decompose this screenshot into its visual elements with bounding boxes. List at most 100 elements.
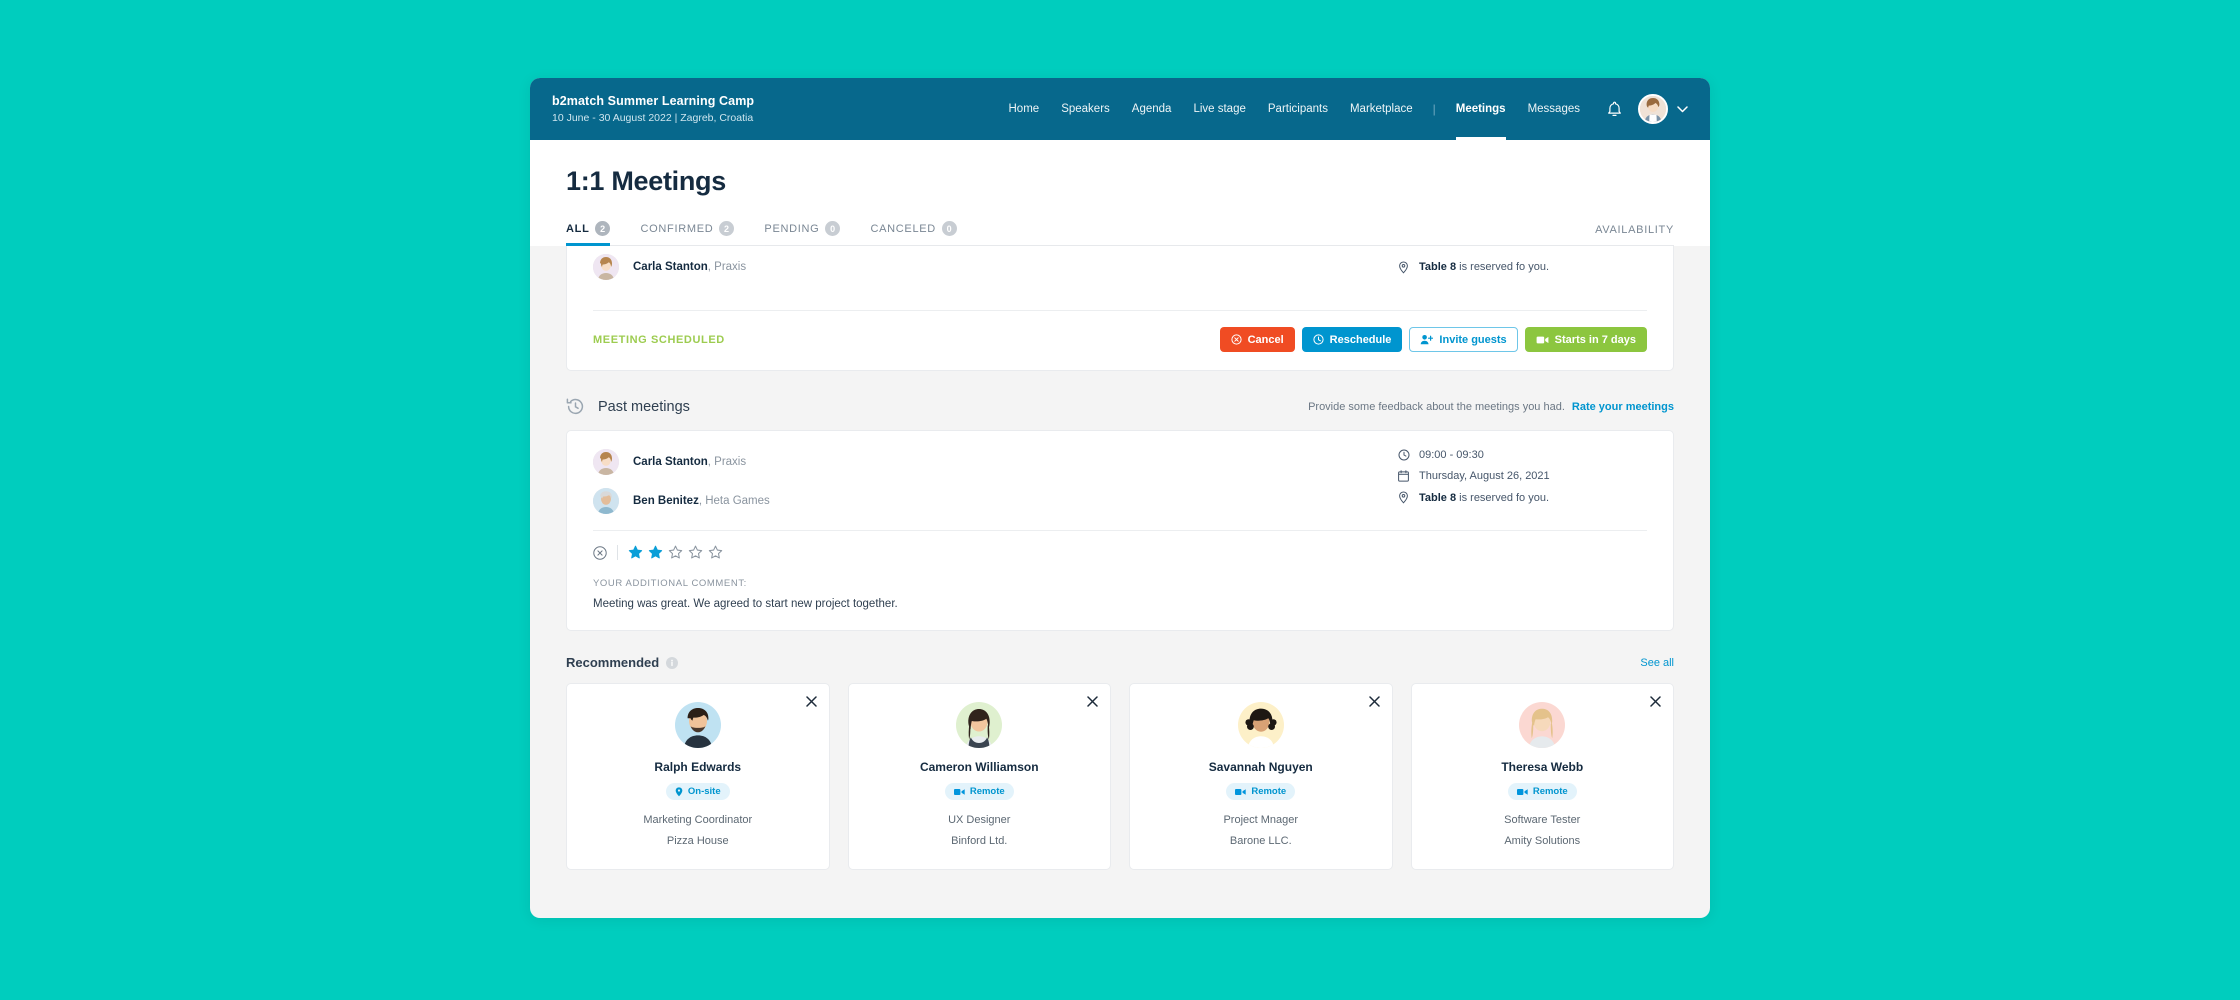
meeting-actions: MEETING SCHEDULED Cancel Reschedule Invi… [593, 311, 1647, 370]
tab-pending[interactable]: PENDING 0 [764, 221, 841, 245]
recommended-mode-badge: Remote [1226, 783, 1296, 800]
video-camera-icon [1516, 788, 1528, 796]
recommended-mode-label: Remote [1251, 786, 1287, 797]
recommended-org: Binford Ltd. [951, 835, 1008, 847]
chevron-down-icon [1677, 105, 1688, 113]
recommended-mode-badge: On-site [665, 783, 730, 800]
availability-link[interactable]: AVAILABILITY [1595, 224, 1674, 245]
recommended-avatar [1519, 702, 1566, 748]
main-navigation: Home Speakers Agenda Live stage Particip… [998, 78, 1689, 140]
see-all-link[interactable]: See all [1640, 657, 1674, 669]
nav-item-meetings[interactable]: Meetings [1445, 78, 1517, 140]
table-number: Table 8 [1419, 491, 1457, 504]
user-menu[interactable] [1638, 94, 1688, 124]
cancel-circle-icon [1230, 334, 1242, 345]
recommended-avatar [674, 702, 721, 748]
close-icon[interactable] [1650, 696, 1661, 707]
rate-meetings-link[interactable]: Rate your meetings [1572, 401, 1674, 413]
tab-canceled[interactable]: CANCELED 0 [870, 221, 957, 245]
table-note: is reserved fo you. [1456, 261, 1550, 273]
meeting-tabs: ALL 2 CONFIRMED 2 PENDING 0 CANCELED 0 A… [566, 221, 1674, 246]
invite-guests-button-label: Invite guests [1439, 333, 1507, 346]
participant-avatar [593, 254, 619, 280]
past-meetings-header: Past meetings Provide some feedback abou… [566, 397, 1674, 416]
past-participant-row: Ben Benitez, Heta Games [593, 488, 770, 514]
participant-avatar [593, 449, 619, 475]
recommended-role: UX Designer [948, 814, 1011, 826]
close-icon[interactable] [1087, 696, 1098, 707]
action-buttons: Cancel Reschedule Invite guests Starts i… [1219, 327, 1647, 352]
past-meeting-card: Carla Stanton, Praxis Ben Benitez, Heta … [566, 430, 1674, 631]
recommended-mode-label: On-site [687, 786, 721, 797]
comment-label: YOUR ADDITIONAL COMMENT: [593, 578, 747, 589]
recommended-mode-label: Remote [1532, 786, 1568, 797]
recommended-card[interactable]: Savannah Nguyen Remote Project Mnager Ba… [1129, 683, 1393, 870]
participant-name-text: Ben Benitez [633, 495, 699, 507]
clock-icon [1313, 334, 1324, 345]
location-pin-icon [1397, 260, 1410, 274]
star-5[interactable] [708, 545, 723, 560]
info-icon[interactable] [666, 656, 679, 669]
recommended-card[interactable]: Cameron Williamson Remote UX Designer Bi… [847, 683, 1111, 870]
tab-confirmed-label: CONFIRMED [640, 222, 714, 235]
recommended-role: Software Tester [1504, 814, 1581, 826]
nav-item-speakers[interactable]: Speakers [1050, 78, 1121, 140]
recommended-name: Cameron Williamson [919, 760, 1039, 774]
recommended-org: Barone LLC. [1229, 835, 1292, 847]
table-number: Table 8 [1419, 261, 1457, 273]
tab-confirmed[interactable]: CONFIRMED 2 [640, 221, 735, 245]
recommended-name: Theresa Webb [1501, 760, 1584, 774]
past-participants: Carla Stanton, Praxis Ben Benitez, Heta … [593, 449, 770, 514]
star-4[interactable] [688, 545, 703, 560]
nav-item-marketplace[interactable]: Marketplace [1339, 78, 1424, 140]
star-1[interactable] [628, 545, 643, 560]
nav-item-agenda[interactable]: Agenda [1121, 78, 1183, 140]
page-header: 1:1 Meetings ALL 2 CONFIRMED 2 PENDING 0… [530, 140, 1710, 246]
rating-separator [617, 545, 618, 560]
clock-icon [1397, 449, 1410, 461]
participant-org-text: , Praxis [707, 456, 747, 468]
event-subtitle: 10 June - 30 August 2022 | Zagreb, Croat… [552, 112, 754, 124]
participant-name: Carla Stanton, Praxis [633, 456, 746, 468]
avatar [1638, 94, 1668, 124]
video-camera-icon [1235, 788, 1247, 796]
recommended-org: Amity Solutions [1504, 835, 1581, 847]
meeting-participant-row: Carla Stanton, Praxis Table 8 is reserve… [593, 246, 1647, 280]
star-3[interactable] [668, 545, 683, 560]
recommended-avatar [1237, 702, 1284, 748]
feedback-note: Provide some feedback about the meetings… [1308, 400, 1565, 413]
recommended-name: Ralph Edwards [654, 760, 742, 774]
past-participant-row: Carla Stanton, Praxis [593, 449, 770, 475]
tab-all[interactable]: ALL 2 [566, 221, 611, 246]
close-icon[interactable] [805, 696, 817, 707]
nav-item-messages[interactable]: Messages [1517, 78, 1591, 140]
cancel-button-label: Cancel [1247, 333, 1284, 346]
participant-org-text: , Praxis [707, 261, 747, 273]
recommended-role: Project Mnager [1223, 814, 1299, 826]
close-icon[interactable] [1368, 696, 1380, 707]
recommended-card[interactable]: Ralph Edwards On-site Marketing Coordina… [566, 683, 830, 870]
recommended-mode-badge: Remote [1507, 783, 1577, 800]
star-2[interactable] [648, 545, 663, 560]
tab-canceled-label: CANCELED [870, 222, 936, 235]
past-meetings-title: Past meetings [598, 398, 690, 415]
nav-item-live-stage[interactable]: Live stage [1182, 78, 1256, 140]
past-meeting-time-text: 09:00 - 09:30 [1419, 449, 1484, 461]
recommended-card[interactable]: Theresa Webb Remote Software Tester Amit… [1410, 683, 1674, 870]
upcoming-meeting-card: Carla Stanton, Praxis Table 8 is reserve… [566, 246, 1674, 371]
cancel-button[interactable]: Cancel [1219, 327, 1295, 352]
bell-icon[interactable] [1607, 101, 1622, 118]
recommended-mode-badge: Remote [944, 783, 1014, 800]
participant-name: Carla Stanton, Praxis [633, 261, 746, 273]
recommended-avatar [956, 702, 1003, 748]
clear-rating-icon[interactable] [593, 545, 607, 560]
nav-item-home[interactable]: Home [998, 78, 1051, 140]
nav-item-participants[interactable]: Participants [1257, 78, 1339, 140]
location-pin-icon [1397, 491, 1410, 504]
recommended-mode-label: Remote [969, 786, 1005, 797]
past-meeting-date-text: Thursday, August 26, 2021 [1419, 470, 1550, 482]
tab-all-count: 2 [595, 221, 611, 236]
reschedule-button[interactable]: Reschedule [1301, 327, 1403, 352]
invite-guests-button[interactable]: Invite guests [1409, 327, 1518, 352]
starts-in-button[interactable]: Starts in 7 days [1524, 327, 1647, 352]
